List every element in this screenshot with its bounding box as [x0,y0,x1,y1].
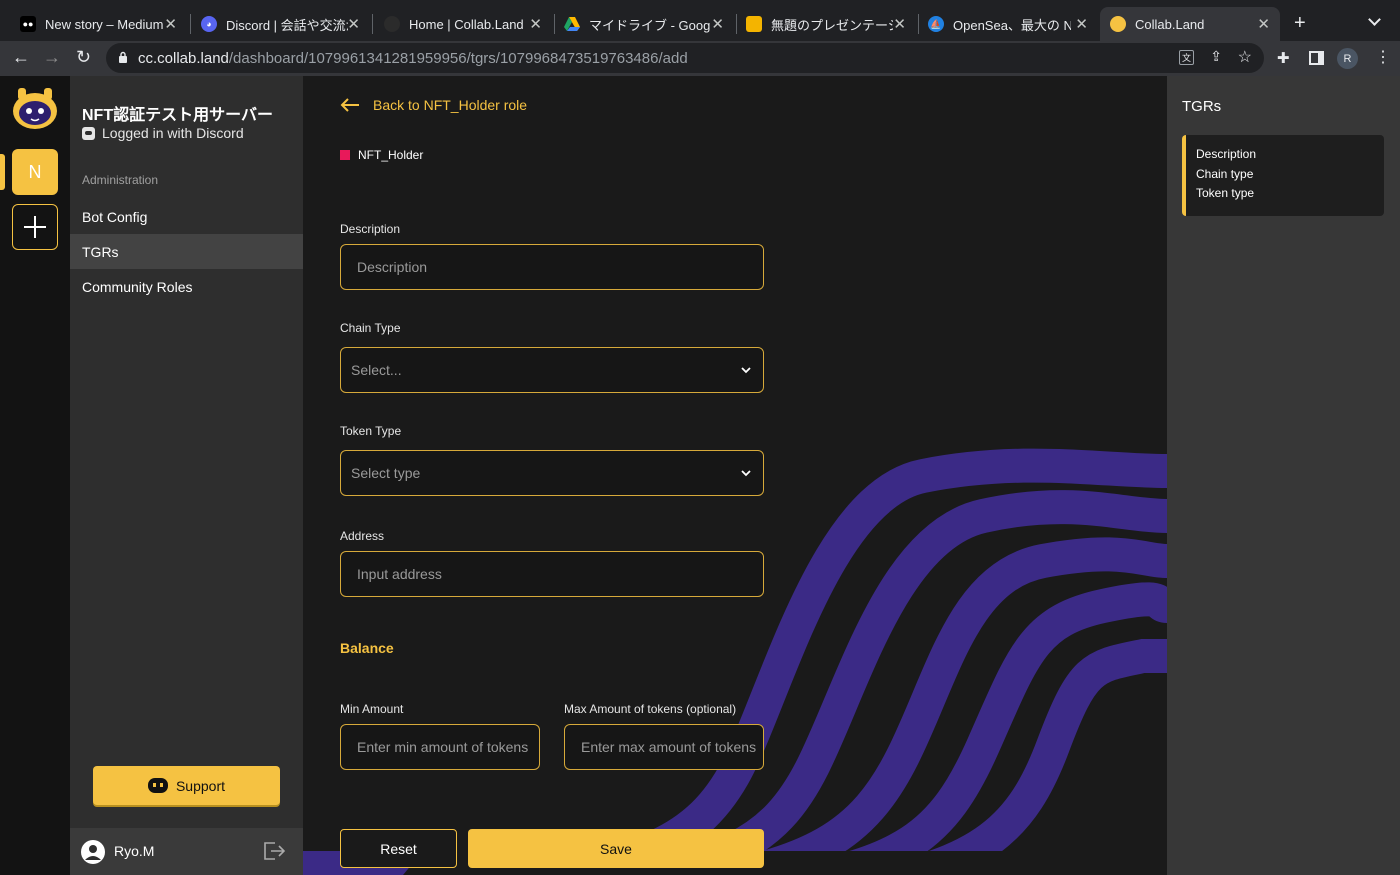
plus-icon [24,216,46,238]
reset-button[interactable]: Reset [340,829,457,868]
translate-icon[interactable]: 文 [1179,50,1194,65]
extensions-icon[interactable]: ✚ [1277,49,1290,67]
login-status: Logged in with Discord [82,125,244,141]
arrow-left-icon [340,98,359,112]
close-tab-icon[interactable]: ✕ [1075,15,1088,33]
discord-icon: ◕ [201,16,217,32]
tab-google-slides[interactable]: 無題のプレゼンテーショ ✕ [738,7,916,41]
profile-avatar[interactable]: R [1337,48,1358,69]
close-tab-icon[interactable]: ✕ [164,15,177,33]
user-name: Ryo.M [114,843,155,859]
close-tab-icon[interactable]: ✕ [1257,15,1270,33]
tab-medium[interactable]: ●● New story – Medium ✕ [12,7,187,41]
chain-type-label: Chain Type [340,321,401,335]
tab-search-icon[interactable] [1368,13,1381,26]
section-title: Administration [82,173,159,187]
toc-card: Description Chain type Token type [1182,135,1384,216]
token-type-select[interactable]: Select type [340,450,764,496]
close-tab-icon[interactable]: ✕ [529,15,542,33]
min-amount-input[interactable]: Enter min amount of tokens [340,724,540,770]
collabland-icon [1110,16,1126,32]
max-amount-input[interactable]: Enter max amount of tokens [564,724,764,770]
share-icon[interactable]: ⇪ [1210,48,1222,65]
tab-collabland-home[interactable]: Home | Collab.Land ✕ [374,7,552,41]
sidebar: NFT認証テスト用サーバー Logged in with Discord Adm… [70,76,303,875]
support-bot-icon [147,778,168,793]
balance-title: Balance [340,640,394,656]
description-label: Description [340,222,401,236]
server-icon[interactable]: N [12,149,58,195]
google-drive-icon [564,17,580,31]
close-tab-icon[interactable]: ✕ [893,15,906,33]
chevron-down-icon [741,367,751,374]
toc-item-description[interactable]: Description [1196,147,1384,167]
collabland-logo-icon[interactable] [10,84,60,130]
save-button[interactable]: Save [468,829,764,868]
sidebar-item-community-roles[interactable]: Community Roles [70,269,303,304]
right-panel: TGRs Description Chain type Token type [1167,76,1400,875]
tab-discord[interactable]: ◕ Discord | 会話や交流が ✕ [192,7,370,41]
max-amount-label: Max Amount of tokens (optional) [564,702,737,716]
logout-icon[interactable] [263,841,285,861]
server-rail: N [0,76,70,875]
collabland-icon [384,16,400,32]
description-input[interactable]: Description [340,244,764,290]
address-input[interactable]: Input address [340,551,764,597]
menu-dots-icon[interactable]: ⋮ [1375,47,1391,67]
side-panel-icon[interactable] [1309,51,1324,65]
toc-item-chain-type[interactable]: Chain type [1196,167,1384,187]
new-tab-icon[interactable]: + [1294,12,1306,35]
discord-icon [82,126,95,140]
role-tag: NFT_Holder [340,148,423,162]
back-icon[interactable]: ← [12,47,30,68]
browser-toolbar: ← → ↻ cc.collab.land/dashboard/107996134… [0,41,1400,76]
lock-icon [119,51,127,63]
user-avatar-icon [81,840,105,864]
close-tab-icon[interactable]: ✕ [711,15,724,33]
tab-collabland-active[interactable]: Collab.Land ✕ [1100,7,1280,41]
sidebar-item-bot-config[interactable]: Bot Config [70,199,303,234]
chevron-down-icon [741,470,751,477]
right-panel-title: TGRs [1182,98,1222,115]
close-tab-icon[interactable]: ✕ [347,15,360,33]
min-amount-label: Min Amount [340,702,404,716]
reload-icon[interactable]: ↻ [76,47,91,68]
back-link[interactable]: Back to NFT_Holder role [340,97,527,113]
address-label: Address [340,529,385,543]
tab-opensea[interactable]: ⛵ OpenSea、最大の NFT ✕ [920,7,1098,41]
user-bar: Ryo.M [70,828,303,875]
tab-google-drive[interactable]: マイドライブ - Google ✕ [556,7,734,41]
support-button[interactable]: Support [93,766,280,805]
forward-icon[interactable]: → [43,47,61,68]
token-type-label: Token Type [340,424,402,438]
add-server-button[interactable] [12,204,58,250]
role-color-swatch [340,150,350,160]
google-slides-icon [746,16,762,32]
main-content: Back to NFT_Holder role NFT_Holder Descr… [303,76,1167,875]
server-name: NFT認証テスト用サーバー [82,107,273,124]
medium-icon: ●● [20,16,36,32]
bookmark-star-icon[interactable]: ☆ [1238,47,1252,67]
browser-tab-strip: ●● New story – Medium ✕ ◕ Discord | 会話や交… [0,0,1400,41]
address-bar[interactable]: cc.collab.land/dashboard/107996134128195… [106,43,1264,73]
toc-item-token-type[interactable]: Token type [1196,186,1384,206]
sidebar-item-tgrs[interactable]: TGRs [70,234,303,269]
chain-type-select[interactable]: Select... [340,347,764,393]
opensea-icon: ⛵ [928,16,944,32]
